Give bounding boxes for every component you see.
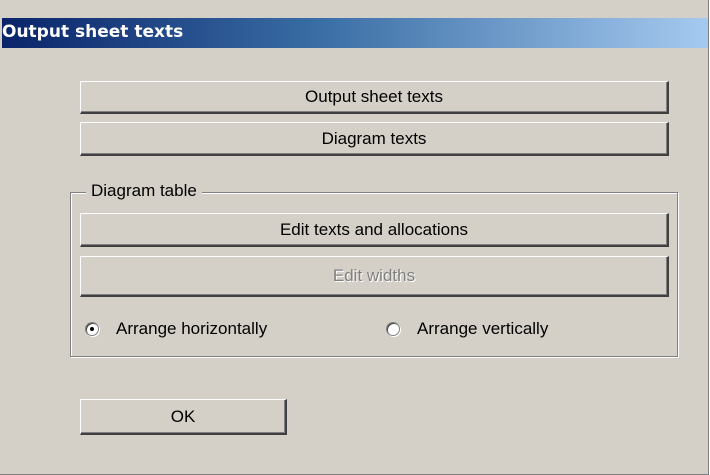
ok-button-label: OK: [170, 407, 196, 426]
diagram-table-group-label: Diagram table: [86, 181, 202, 201]
ok-button[interactable]: OK: [80, 399, 287, 435]
arrange-horizontally-label[interactable]: Arrange horizontally: [116, 319, 267, 339]
output-sheet-texts-dialog: Output sheet texts Output sheet texts Di…: [0, 0, 709, 475]
title-bar[interactable]: Output sheet texts: [2, 18, 708, 48]
radio-dot: [90, 327, 94, 331]
edit-texts-and-allocations-button[interactable]: Edit texts and allocations: [80, 213, 669, 247]
diagram-texts-button[interactable]: Diagram texts: [80, 122, 669, 156]
window-title: Output sheet texts: [2, 22, 184, 42]
edit-texts-button-label: Edit texts and allocations: [279, 220, 469, 239]
radio-selected-icon[interactable]: [85, 322, 99, 336]
arrange-vertically-label[interactable]: Arrange vertically: [417, 319, 548, 339]
diagram-texts-button-label: Diagram texts: [321, 129, 427, 148]
output-sheet-texts-button-label: Output sheet texts: [305, 87, 443, 106]
arrange-vertically-radio[interactable]: Arrange vertically: [386, 318, 548, 340]
edit-widths-button-label: Edit widths: [332, 266, 416, 285]
radio-unselected-icon[interactable]: [386, 322, 400, 336]
arrange-horizontally-radio[interactable]: Arrange horizontally: [85, 318, 267, 340]
edit-widths-button[interactable]: Edit widths: [80, 256, 669, 297]
output-sheet-texts-button[interactable]: Output sheet texts: [80, 81, 669, 114]
